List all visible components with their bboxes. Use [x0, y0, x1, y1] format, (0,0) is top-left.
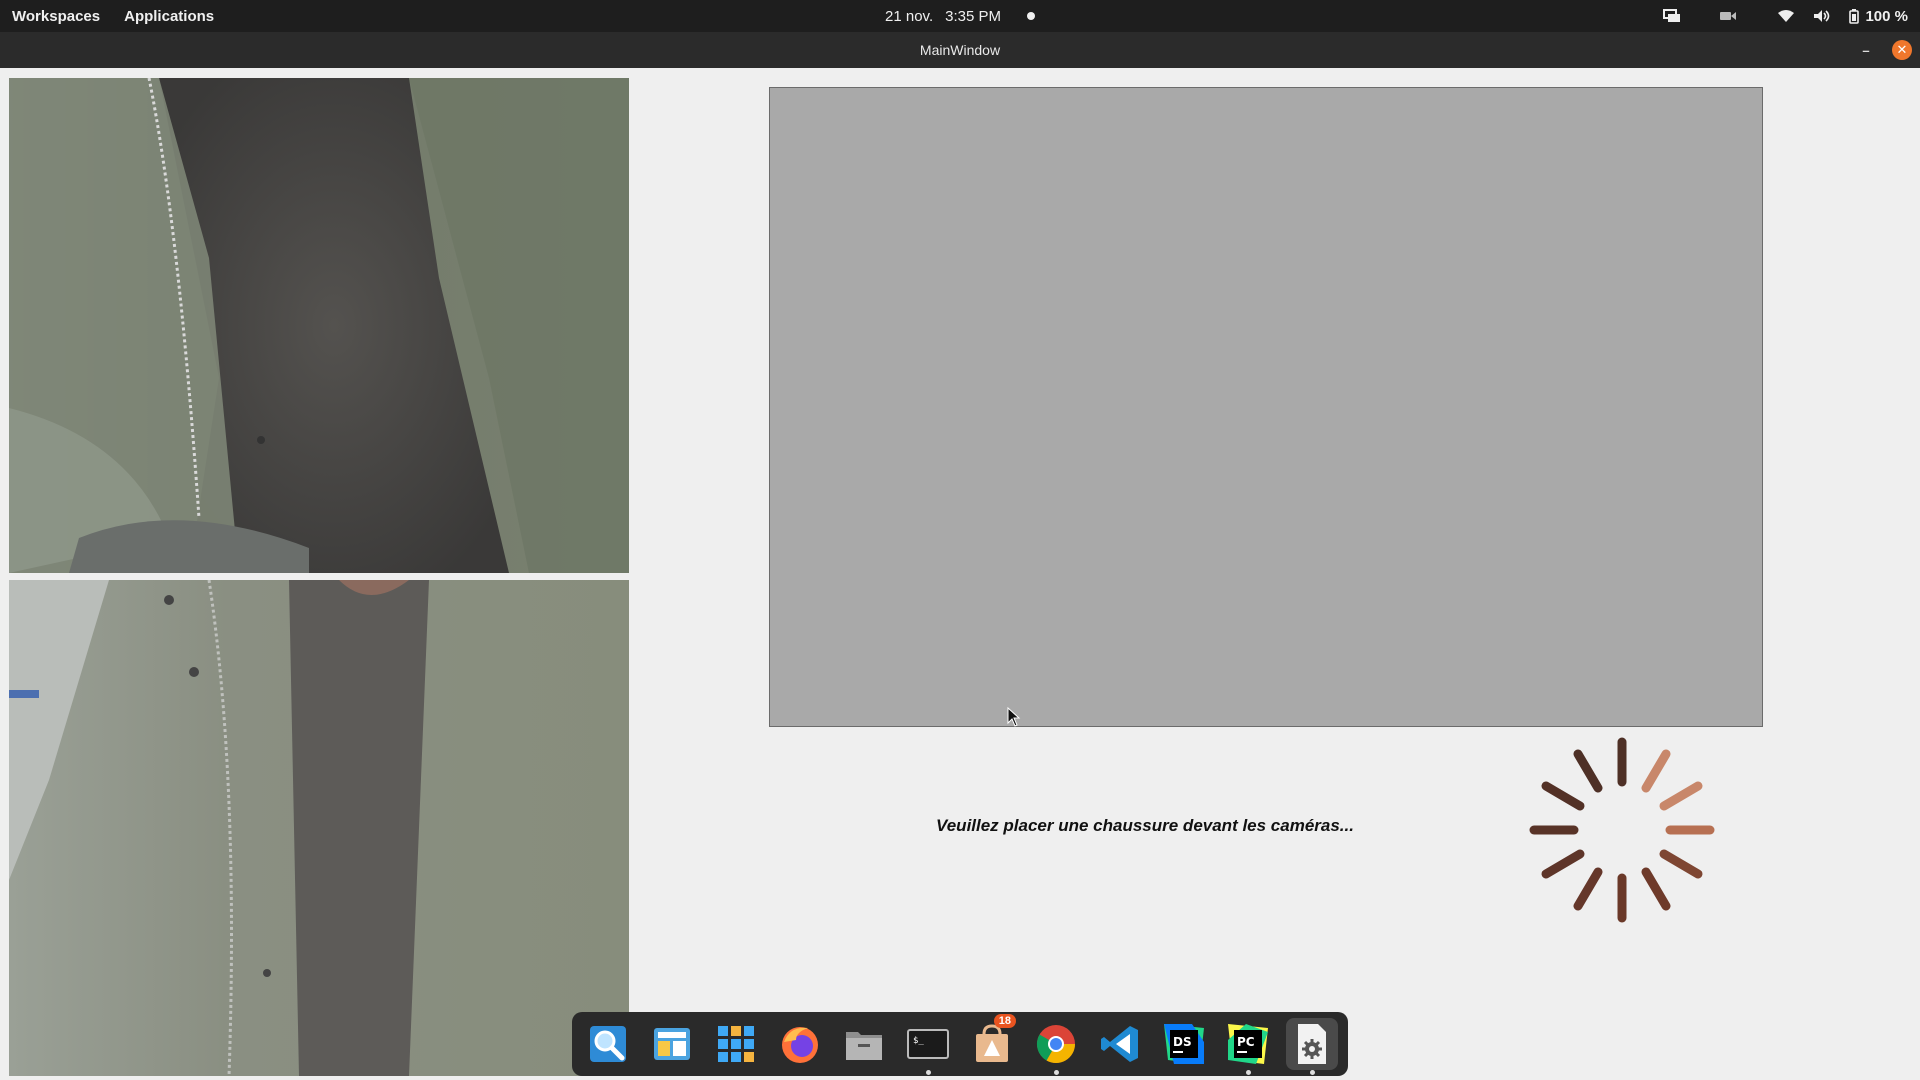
folder-icon [846, 1032, 882, 1060]
workspaces-menu[interactable]: Workspaces [12, 8, 100, 25]
pc-icon-label: PC [1237, 1035, 1255, 1049]
window-icon [654, 1028, 690, 1060]
dock-software-store[interactable]: 18 [966, 1014, 1018, 1070]
clock[interactable]: 21 nov. 3:35 PM [0, 0, 1920, 32]
display-icon[interactable] [1663, 8, 1681, 24]
dock-settings-app[interactable] [1286, 1018, 1338, 1075]
ds-icon: DS [1164, 1024, 1204, 1064]
dock-pycharm[interactable]: PC [1222, 1018, 1274, 1075]
grid-icon [718, 1026, 754, 1062]
store-icon [976, 1024, 1008, 1062]
window-titlebar[interactable]: MainWindow – ✕ [0, 32, 1920, 68]
running-indicator [1054, 1070, 1059, 1075]
gear-doc-icon [1298, 1024, 1326, 1064]
terminal-icon: $_ [907, 1029, 949, 1059]
store-badge: 18 [993, 1014, 1016, 1028]
pc-icon: PC [1228, 1024, 1268, 1064]
clock-time: 3:35 PM [945, 7, 1001, 25]
battery-label: 100 % [1865, 7, 1908, 25]
running-indicator [1310, 1070, 1315, 1075]
dock: $_ 18 DS PC [572, 1012, 1348, 1076]
volume-icon[interactable] [1813, 9, 1831, 23]
dock-search[interactable] [582, 1018, 634, 1070]
running-indicator [926, 1070, 931, 1075]
preview-area [769, 87, 1763, 727]
firefox-icon [782, 1027, 818, 1063]
dock-app-grid[interactable] [710, 1018, 762, 1070]
window-title: MainWindow [919, 42, 1001, 58]
camera-feed-1 [9, 78, 629, 573]
notification-dot-icon [1026, 12, 1035, 20]
camera-icon[interactable] [1719, 9, 1737, 23]
dock-firefox[interactable] [774, 1018, 826, 1070]
ds-icon-label: DS [1173, 1035, 1192, 1049]
chrome-icon [1036, 1025, 1075, 1064]
minimize-button[interactable]: – [1856, 40, 1876, 60]
running-indicator [1246, 1070, 1251, 1075]
dock-files[interactable] [838, 1018, 890, 1070]
applications-menu[interactable]: Applications [124, 8, 214, 25]
camera-feed-2 [9, 580, 629, 1076]
loading-spinner-icon [1529, 737, 1715, 923]
battery-indicator[interactable]: 100 % [1849, 8, 1908, 25]
dock-terminal[interactable]: $_ [902, 1018, 954, 1075]
dock-chrome[interactable] [1030, 1018, 1082, 1075]
magnifier-icon [590, 1026, 626, 1062]
mouse-cursor-icon [1007, 707, 1021, 727]
vscode-icon [1101, 1026, 1138, 1062]
dock-vscode[interactable] [1094, 1018, 1146, 1070]
wifi-icon[interactable] [1777, 9, 1795, 23]
dock-dataspell[interactable]: DS [1158, 1018, 1210, 1070]
dock-window-manager[interactable] [646, 1018, 698, 1070]
clock-date: 21 nov. [885, 7, 934, 25]
close-button[interactable]: ✕ [1892, 40, 1912, 60]
svg-text:$_: $_ [913, 1036, 924, 1046]
top-panel: Workspaces Applications 21 nov. 3:35 PM … [0, 0, 1920, 32]
battery-icon [1849, 8, 1860, 24]
status-message: Veuillez placer une chaussure devant les… [936, 816, 1354, 835]
